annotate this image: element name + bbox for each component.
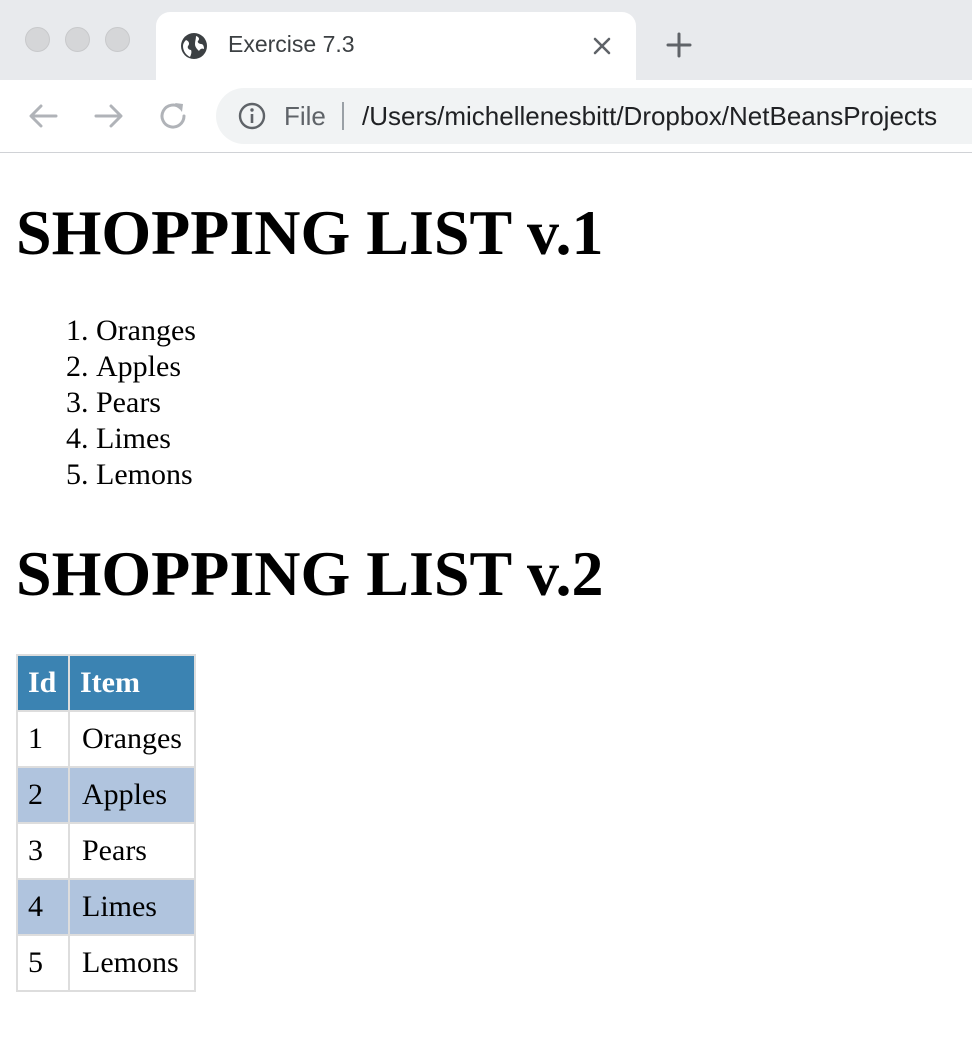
tab-strip: Exercise 7.3 — [0, 0, 972, 80]
table-row: 3 Pears — [16, 822, 196, 880]
arrow-right-icon[interactable] — [90, 98, 126, 134]
table-cell-item: Pears — [68, 822, 196, 880]
tab-title: Exercise 7.3 — [228, 31, 355, 57]
table-header-id: Id — [16, 654, 70, 712]
table-cell-item: Limes — [68, 878, 196, 936]
globe-icon — [181, 33, 207, 59]
list-item: Apples — [96, 349, 196, 385]
url-separator — [342, 102, 344, 130]
page-heading-v2: SHOPPING LIST v.2 — [16, 538, 604, 609]
list-item: Oranges — [96, 313, 196, 349]
shopping-ordered-list: Oranges Apples Pears Limes Lemons — [0, 313, 196, 493]
table-cell-id: 5 — [16, 934, 70, 992]
arrow-left-icon[interactable] — [26, 98, 62, 134]
window-close-button[interactable] — [25, 27, 50, 52]
url-scheme-label: File — [284, 101, 326, 131]
table-cell-id: 2 — [16, 766, 70, 824]
reload-icon[interactable] — [155, 98, 191, 134]
table-cell-id: 4 — [16, 878, 70, 936]
url-text[interactable]: /Users/michellenesbitt/Dropbox/NetBeansP… — [362, 101, 937, 132]
browser-tab[interactable]: Exercise 7.3 — [156, 12, 636, 80]
address-bar[interactable]: File /Users/michellenesbitt/Dropbox/NetB… — [216, 88, 972, 144]
table-row: 1 Oranges — [16, 710, 196, 768]
table-header-row: Id Item — [16, 654, 196, 712]
browser-chrome: Exercise 7.3 File /Users/michellenesbitt… — [0, 0, 972, 153]
close-icon[interactable] — [590, 34, 614, 58]
table-cell-item: Lemons — [68, 934, 196, 992]
window-minimize-button[interactable] — [65, 27, 90, 52]
page-heading-v1: SHOPPING LIST v.1 — [16, 197, 604, 268]
plus-icon[interactable] — [664, 30, 694, 60]
table-row: 2 Apples — [16, 766, 196, 824]
list-item: Limes — [96, 421, 196, 457]
page-content: SHOPPING LIST v.1 Oranges Apples Pears L… — [0, 153, 972, 1058]
shopping-table: Id Item 1 Oranges 2 Apples 3 Pears 4 Lim… — [16, 654, 196, 992]
table-header-item: Item — [68, 654, 196, 712]
list-item: Pears — [96, 385, 196, 421]
table-row: 4 Limes — [16, 878, 196, 936]
list-item: Lemons — [96, 457, 196, 493]
table-row: 5 Lemons — [16, 934, 196, 992]
table-cell-id: 3 — [16, 822, 70, 880]
table-cell-item: Oranges — [68, 710, 196, 768]
window-zoom-button[interactable] — [105, 27, 130, 52]
table-cell-id: 1 — [16, 710, 70, 768]
table-cell-item: Apples — [68, 766, 196, 824]
info-icon[interactable] — [238, 102, 266, 130]
